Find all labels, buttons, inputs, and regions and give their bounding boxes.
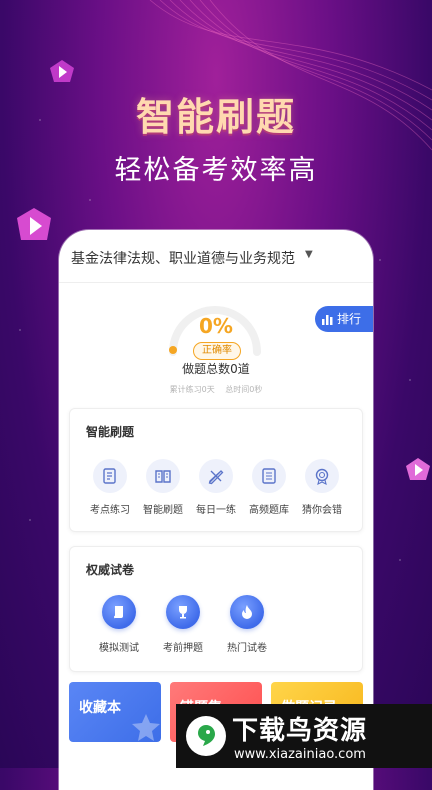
item-label: 考前押题	[163, 643, 203, 654]
edit-note-icon	[103, 468, 116, 484]
item-label: 每日一练	[196, 505, 236, 516]
chevron-down-icon: ▼	[305, 249, 313, 260]
ranking-button[interactable]: 排行	[315, 306, 373, 332]
flame-icon	[242, 605, 252, 619]
gem-decoration-topleft	[50, 60, 74, 82]
bird-logo-icon	[186, 716, 226, 756]
bar-chart-icon	[322, 315, 333, 325]
item-label: 考点练习	[90, 505, 130, 516]
item-label: 猜你会错	[302, 505, 342, 516]
item-daily-practice[interactable]: 每日一练	[186, 459, 246, 516]
item-hot-papers[interactable]: 热门试卷	[212, 595, 282, 654]
smart-practice-card: 智能刷题 考点练习 智能刷题 每日一练 高频题库 猜你会错	[69, 408, 363, 532]
star-icon	[132, 714, 160, 741]
scroll-icon	[114, 606, 123, 619]
subject-selector[interactable]: 基金法律法规、职业道德与业务规范 ▼	[59, 230, 373, 283]
days-practiced: 累计练习0天	[169, 385, 215, 394]
watermark-banner: 下载鸟资源 www.xiazainiao.com	[176, 704, 432, 768]
accuracy-label: 正确率	[193, 342, 241, 360]
smart-practice-title: 智能刷题	[86, 425, 135, 439]
hero-subline: 轻松备考效率高	[114, 155, 318, 186]
item-smart-practice[interactable]: 智能刷题	[133, 459, 193, 516]
watermark-title: 下载鸟资源	[232, 716, 368, 746]
badge-icon	[315, 468, 329, 485]
authority-papers-card: 权威试卷 模拟测试 考前押题 热门试卷	[69, 546, 363, 672]
item-mock-test[interactable]: 模拟测试	[84, 595, 154, 654]
item-guess-wrong[interactable]: 猜你会错	[292, 459, 352, 516]
subject-name: 基金法律法规、职业道德与业务规范	[71, 251, 295, 267]
total-questions: 做题总数0道	[182, 362, 250, 376]
trophy-icon	[179, 606, 187, 619]
favorites-label: 收藏本	[79, 700, 121, 716]
item-label: 高频题库	[249, 505, 289, 516]
item-point-practice[interactable]: 考点练习	[80, 459, 140, 516]
document-list-icon	[262, 468, 276, 484]
gem-decoration-right	[406, 458, 430, 480]
ranking-label: 排行	[337, 312, 362, 326]
pencil-ruler-icon	[208, 470, 224, 485]
item-label: 智能刷题	[143, 505, 183, 516]
item-label: 模拟测试	[99, 643, 139, 654]
total-time: 总时间0秒	[225, 385, 263, 394]
hero-headline: 智能刷题	[135, 95, 296, 139]
book-icon	[155, 470, 171, 483]
item-label: 热门试卷	[227, 643, 267, 654]
practice-stats: 累计练习0天 总时间0秒	[59, 384, 373, 395]
watermark-url: www.xiazainiao.com	[234, 747, 366, 762]
item-pre-exam-predict[interactable]: 考前押题	[148, 595, 218, 654]
gem-decoration-left	[17, 208, 51, 240]
authority-papers-title: 权威试卷	[86, 563, 135, 577]
favorites-card[interactable]: 收藏本	[69, 682, 161, 742]
item-high-frequency[interactable]: 高频题库	[239, 459, 299, 516]
